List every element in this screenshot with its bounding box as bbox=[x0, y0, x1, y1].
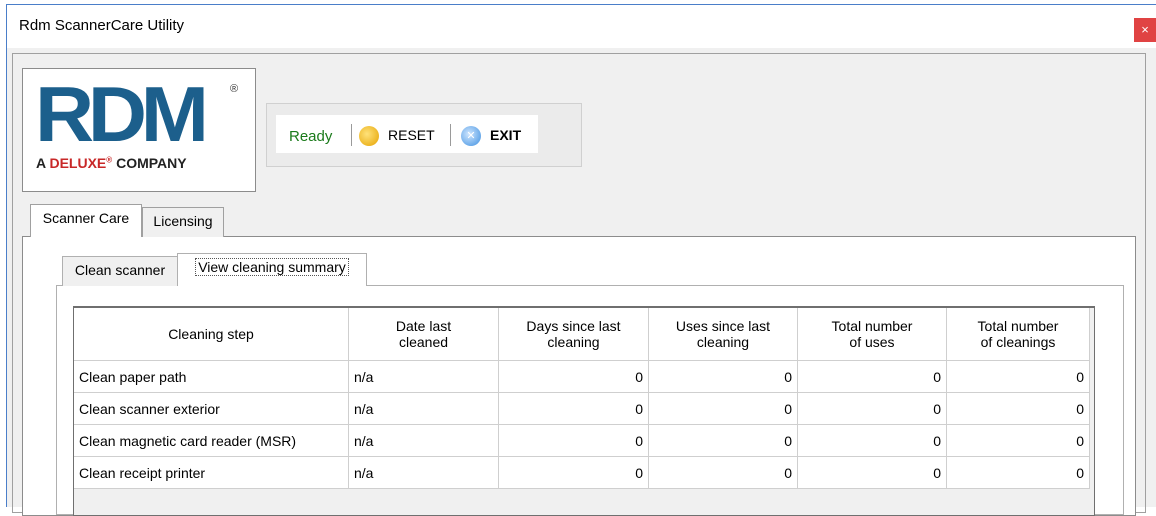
window-title: Rdm ScannerCare Utility bbox=[19, 17, 185, 34]
cleaning-summary-table: Cleaning step Date last cleaned Days sinc… bbox=[74, 308, 1090, 489]
column-header: Total number of cleanings bbox=[946, 308, 1090, 361]
cell-total-cleanings[interactable]: 0 bbox=[946, 392, 1090, 425]
cell-days[interactable]: 0 bbox=[498, 456, 649, 489]
logo-tagline: A DELUXE® COMPANY bbox=[36, 155, 187, 171]
tab-licensing[interactable]: Licensing bbox=[142, 207, 224, 237]
rdm-logo: RDM ® A DELUXE® COMPANY bbox=[22, 68, 256, 192]
tab-view-cleaning-summary[interactable]: View cleaning summary bbox=[177, 253, 367, 286]
column-header: Cleaning step bbox=[74, 308, 349, 361]
exit-icon[interactable]: ✕ bbox=[461, 126, 481, 146]
status-label: Ready bbox=[289, 128, 333, 145]
toolbar: Ready RESET ✕ EXIT bbox=[266, 103, 582, 167]
tab-scanner-care[interactable]: Scanner Care bbox=[30, 204, 142, 237]
cell-days[interactable]: 0 bbox=[498, 360, 649, 393]
cell-step[interactable]: Clean magnetic card reader (MSR) bbox=[74, 424, 349, 457]
cell-uses[interactable]: 0 bbox=[648, 424, 798, 457]
title-bar: Rdm ScannerCare Utility × bbox=[7, 5, 1156, 48]
table-header-row: Cleaning step Date last cleaned Days sinc… bbox=[74, 308, 1090, 361]
close-button[interactable]: × bbox=[1134, 18, 1156, 42]
cell-days[interactable]: 0 bbox=[498, 424, 649, 457]
exit-button[interactable]: EXIT bbox=[490, 127, 521, 143]
cell-step[interactable]: Clean scanner exterior bbox=[74, 392, 349, 425]
logo-registered-mark: ® bbox=[230, 83, 239, 95]
cell-step[interactable]: Clean receipt printer bbox=[74, 456, 349, 489]
cell-total-uses[interactable]: 0 bbox=[797, 424, 947, 457]
toolbar-separator bbox=[450, 124, 451, 146]
reset-button[interactable]: RESET bbox=[388, 127, 435, 143]
cell-total-uses[interactable]: 0 bbox=[797, 360, 947, 393]
table-row[interactable]: Clean magnetic card reader (MSR) n/a 0 0… bbox=[74, 424, 1090, 457]
cell-total-cleanings[interactable]: 0 bbox=[946, 456, 1090, 489]
cell-uses[interactable]: 0 bbox=[648, 392, 798, 425]
cell-days[interactable]: 0 bbox=[498, 392, 649, 425]
cell-total-cleanings[interactable]: 0 bbox=[946, 360, 1090, 393]
cell-uses[interactable]: 0 bbox=[648, 360, 798, 393]
table-row[interactable]: Clean scanner exterior n/a 0 0 0 0 bbox=[74, 392, 1090, 425]
cell-date[interactable]: n/a bbox=[348, 360, 499, 393]
table-row[interactable]: Clean receipt printer n/a 0 0 0 0 bbox=[74, 456, 1090, 489]
cell-uses[interactable]: 0 bbox=[648, 456, 798, 489]
column-header: Total number of uses bbox=[797, 308, 947, 361]
cleaning-summary-grid: Cleaning step Date last cleaned Days sinc… bbox=[73, 306, 1095, 516]
column-header: Date last cleaned bbox=[348, 308, 499, 361]
tab-clean-scanner[interactable]: Clean scanner bbox=[62, 256, 178, 286]
cell-total-cleanings[interactable]: 0 bbox=[946, 424, 1090, 457]
cell-total-uses[interactable]: 0 bbox=[797, 392, 947, 425]
reset-icon[interactable] bbox=[359, 126, 379, 146]
table-row[interactable]: Clean paper path n/a 0 0 0 0 bbox=[74, 360, 1090, 393]
cell-step[interactable]: Clean paper path bbox=[74, 360, 349, 393]
cell-total-uses[interactable]: 0 bbox=[797, 456, 947, 489]
toolbar-separator bbox=[351, 124, 352, 146]
cell-date[interactable]: n/a bbox=[348, 456, 499, 489]
column-header: Days since last cleaning bbox=[498, 308, 649, 361]
cell-date[interactable]: n/a bbox=[348, 392, 499, 425]
cell-date[interactable]: n/a bbox=[348, 424, 499, 457]
logo-wordmark: RDM bbox=[35, 70, 209, 158]
column-header: Uses since last cleaning bbox=[648, 308, 798, 361]
toolbar-strip: Ready RESET ✕ EXIT bbox=[276, 115, 538, 153]
